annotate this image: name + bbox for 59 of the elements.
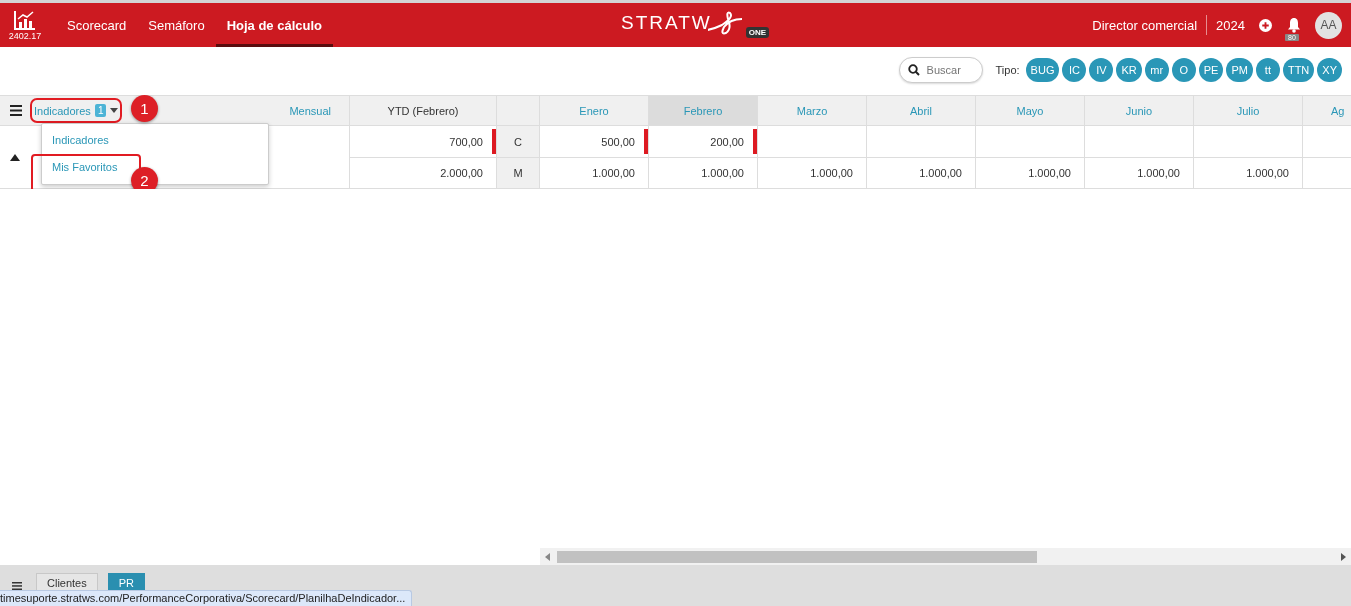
- search-field[interactable]: Buscar: [898, 56, 983, 83]
- table-cell: 1.000,00: [540, 158, 649, 189]
- column-header: [497, 95, 540, 126]
- menu-icon[interactable]: [12, 582, 22, 590]
- indicator-selector[interactable]: Indicadores 1: [34, 102, 119, 119]
- status-url-tooltip: timesuporte.stratws.com/PerformanceCorporativa/Scorecard/PlanilhaDeIndicador...: [0, 590, 413, 606]
- table-cell: 1.000,00: [867, 158, 976, 189]
- chart-logo-icon: [14, 9, 36, 30]
- type-filter-chip[interactable]: KR: [1116, 57, 1142, 82]
- nav-tab[interactable]: Scorecard: [56, 3, 138, 47]
- type-filter-chip[interactable]: PM: [1226, 57, 1253, 82]
- nav-tab[interactable]: Hoja de cálculo: [215, 3, 333, 47]
- type-filter-chip[interactable]: O: [1171, 57, 1196, 82]
- month-header[interactable]: Julio: [1194, 95, 1303, 126]
- month-header[interactable]: Junio: [1085, 95, 1194, 126]
- logo-badge: ONE: [745, 27, 770, 38]
- caret-icon: [110, 108, 119, 113]
- month-header[interactable]: Febrero: [649, 95, 758, 126]
- month-header[interactable]: Ag: [1303, 95, 1351, 126]
- month-header[interactable]: Abril: [867, 95, 976, 126]
- month-header[interactable]: Mayo: [976, 95, 1085, 126]
- table-cell: 1.000,00: [1085, 158, 1194, 189]
- avatar[interactable]: AA: [1315, 11, 1342, 39]
- column-header: YTD (Febrero): [350, 95, 497, 126]
- menu-icon[interactable]: [10, 105, 22, 116]
- table-cell: 700,00: [350, 126, 497, 158]
- menu-item[interactable]: Indicadores: [42, 127, 268, 154]
- table-cell: 1.000,00: [976, 158, 1085, 189]
- table-cell: 1.000,00: [649, 158, 758, 189]
- type-filter-chip[interactable]: mr: [1144, 57, 1169, 82]
- table-cell: 200,00: [649, 126, 758, 158]
- type-filter-chip[interactable]: BUG: [1025, 57, 1060, 82]
- year-label[interactable]: 2024: [1216, 17, 1245, 33]
- type-filter-chip[interactable]: PE: [1198, 57, 1224, 82]
- type-filter-chip[interactable]: IV: [1089, 57, 1114, 82]
- collapse-triangle-icon[interactable]: [10, 153, 20, 161]
- add-icon[interactable]: [1259, 18, 1272, 32]
- period-link[interactable]: Mensual: [289, 104, 331, 117]
- table-cell: C: [497, 126, 540, 158]
- month-header[interactable]: Marzo: [758, 95, 867, 126]
- type-filter-chip[interactable]: tt: [1255, 57, 1280, 82]
- version-label: 2402.17: [8, 30, 42, 41]
- horizontal-scrollbar[interactable]: [540, 548, 1351, 565]
- table-cell: 500,00: [540, 126, 649, 158]
- logo-text: STRATW: [621, 12, 712, 34]
- scroll-right-icon[interactable]: [1341, 552, 1346, 561]
- nav-tab[interactable]: Semáforo: [137, 3, 216, 47]
- table-cell: M: [497, 158, 540, 189]
- type-label: Tipo:: [995, 63, 1020, 76]
- type-filter-chip[interactable]: XY: [1317, 57, 1342, 82]
- type-filter-chip[interactable]: TTN: [1282, 57, 1315, 82]
- search-icon: [907, 63, 920, 76]
- bell-icon[interactable]: [1287, 17, 1301, 33]
- role-label[interactable]: Director comercial: [1092, 17, 1198, 33]
- month-header[interactable]: Enero: [540, 95, 649, 126]
- table-cell: 1.000,00: [1194, 158, 1303, 189]
- scroll-left-icon[interactable]: [545, 552, 550, 561]
- table-cell: 1.000,00: [758, 158, 867, 189]
- type-filter-chip[interactable]: IC: [1062, 57, 1087, 82]
